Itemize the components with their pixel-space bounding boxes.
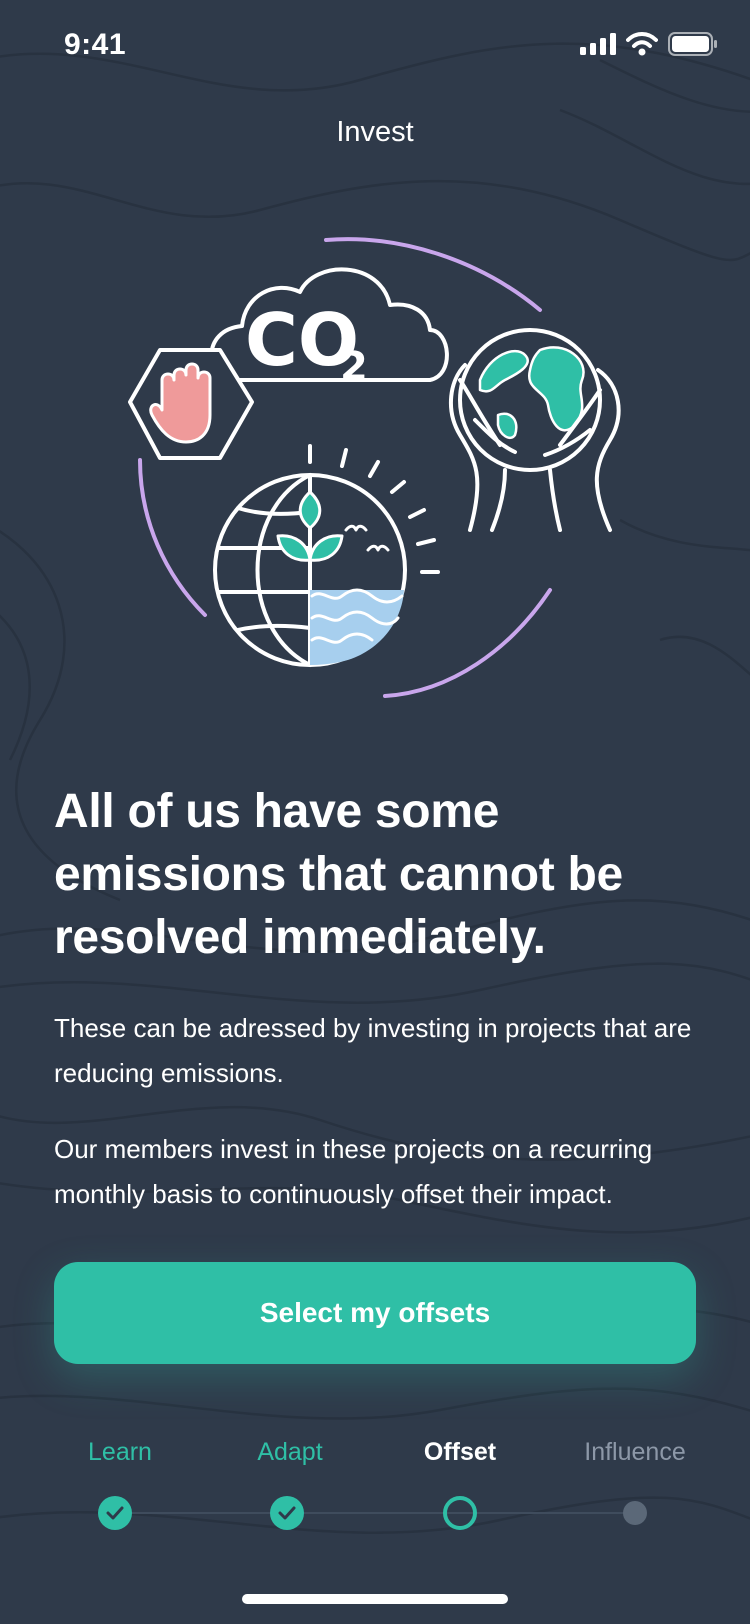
invest-illustration: CO 2 (128, 237, 621, 698)
wifi-icon (626, 32, 658, 56)
step-dot-influence[interactable] (623, 1501, 647, 1525)
step-dot-adapt[interactable] (270, 1496, 304, 1530)
step-dot-offset[interactable] (443, 1496, 477, 1530)
stepper-track (115, 1512, 625, 1514)
co2-cloud-icon: CO 2 (209, 267, 449, 390)
select-offsets-button[interactable]: Select my offsets (54, 1262, 696, 1364)
co2-subscript: 2 (340, 344, 368, 390)
step-label-influence[interactable]: Influence (555, 1438, 715, 1467)
sustainable-globe-icon (213, 473, 407, 667)
checkmark-icon (278, 1506, 296, 1520)
progress-stepper: Learn Adapt Offset Influence (40, 1438, 720, 1530)
battery-icon (668, 32, 717, 56)
page-title: Invest (336, 116, 414, 148)
earth-in-hands-icon (448, 328, 621, 532)
headline: All of us have some emissions that canno… (54, 785, 623, 964)
step-label-offset[interactable]: Offset (380, 1438, 540, 1467)
step-label-adapt[interactable]: Adapt (210, 1438, 370, 1467)
checkmark-icon (106, 1506, 124, 1520)
status-icons (580, 32, 718, 56)
cellular-signal-icon (580, 33, 616, 55)
description-paragraph-2: Our members invest in these projects on … (54, 1134, 653, 1209)
status-time: 9:41 (64, 28, 127, 61)
step-label-learn[interactable]: Learn (40, 1438, 200, 1467)
description-paragraph-1: These can be adressed by investing in pr… (54, 1013, 692, 1088)
step-dot-learn[interactable] (98, 1496, 132, 1530)
home-indicator[interactable] (242, 1594, 508, 1604)
